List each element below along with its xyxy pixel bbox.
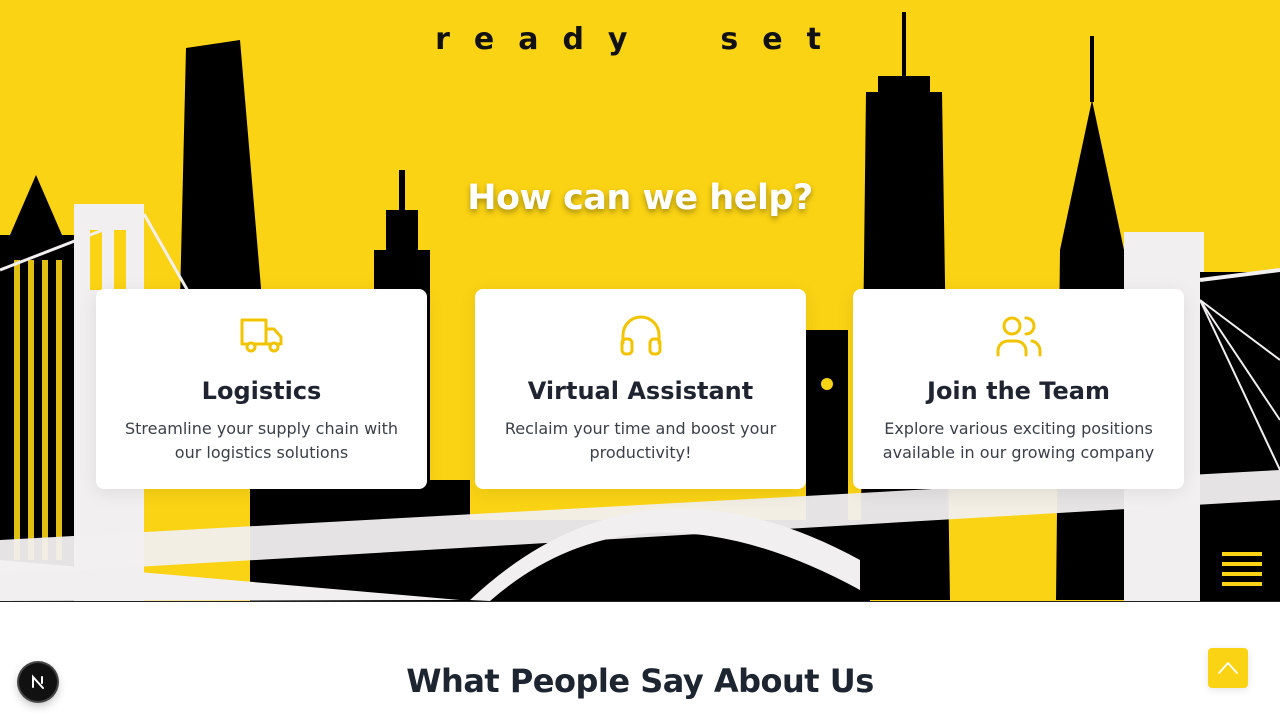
brand-logo[interactable]: ready set <box>0 22 1280 57</box>
service-title: Virtual Assistant <box>527 377 754 405</box>
section-divider <box>0 601 1280 602</box>
testimonials-title: What People Say About Us <box>406 662 874 700</box>
hero-title: How can we help? <box>467 178 813 218</box>
users-icon <box>853 315 1184 361</box>
next-logo-icon <box>32 674 44 689</box>
service-description: Reclaim your time and boost your product… <box>504 419 777 462</box>
service-description: Streamline your supply chain with our lo… <box>124 419 399 462</box>
service-card-virtual-assistant[interactable]: Virtual Assistant Reclaim your time and … <box>475 289 806 489</box>
headphones-icon <box>475 315 806 361</box>
truck-icon <box>96 315 427 361</box>
service-card-logistics[interactable]: Logistics Streamline your supply chain w… <box>96 289 427 489</box>
scroll-to-top-button[interactable] <box>1208 648 1248 688</box>
service-description: Explore various exciting positions avail… <box>882 419 1155 462</box>
dev-tools-badge[interactable] <box>19 663 57 701</box>
service-title: Logistics <box>201 377 322 405</box>
chevron-up-icon <box>1218 662 1238 674</box>
service-title: Join the Team <box>927 377 1110 405</box>
hero-section: ready set How can we help? Logistics Str… <box>0 0 1280 601</box>
service-card-join-the-team[interactable]: Join the Team Explore various exciting p… <box>853 289 1184 489</box>
